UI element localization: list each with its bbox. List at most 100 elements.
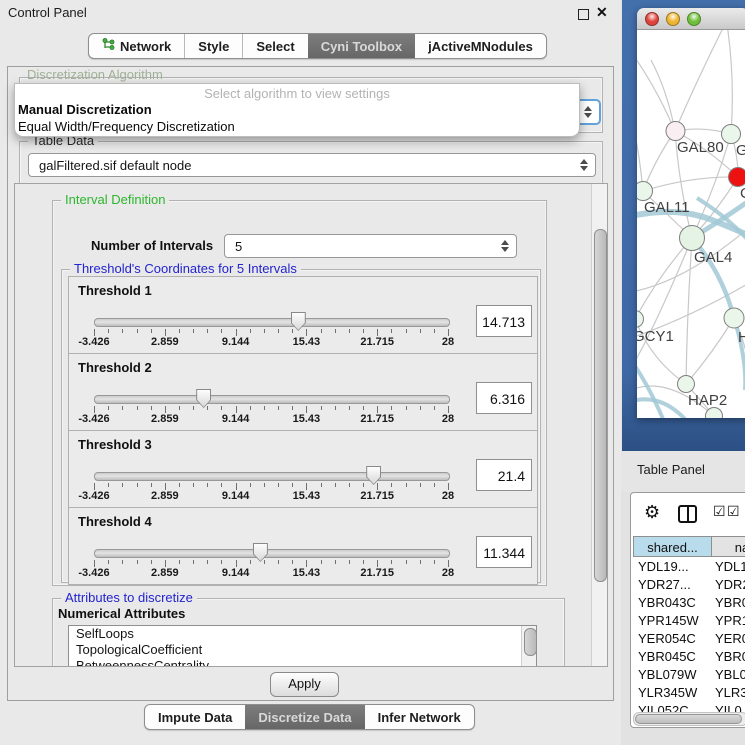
slider-tick-label: 21.715: [360, 490, 394, 502]
network-window-titlebar[interactable]: [637, 8, 745, 30]
network-node-gal4[interactable]: [680, 226, 705, 251]
slider-tick: [193, 329, 194, 333]
tab-label: Network: [120, 39, 171, 54]
slider-tick: [236, 406, 237, 413]
network-canvas[interactable]: GAL80GACGAL11GAL4GCY1HHAP2: [637, 30, 745, 418]
table-row[interactable]: YBL079WYBL0: [631, 667, 745, 685]
apply-button[interactable]: Apply: [270, 672, 339, 697]
slider-tick: [406, 329, 407, 333]
table-row[interactable]: YDR27...YDR2: [631, 577, 745, 595]
table-data-combobox[interactable]: galFiltered.sif default node: [28, 153, 596, 177]
slider-tick: [236, 560, 237, 567]
slider-tick: [264, 560, 265, 564]
network-node-gal11[interactable]: [637, 182, 653, 201]
slider-thumb[interactable]: [253, 543, 268, 562]
close-icon[interactable]: ✕: [596, 4, 608, 21]
numerical-attributes-list[interactable]: SelfLoopsTopologicalCoefficientBetweenne…: [68, 625, 537, 667]
network-node-h[interactable]: [724, 308, 744, 328]
tab-select[interactable]: Select: [242, 34, 307, 58]
attributes-group-title: Attributes to discretize: [61, 591, 197, 605]
slider-thumb[interactable]: [196, 389, 211, 408]
slider-track[interactable]: [94, 395, 450, 404]
horizontal-scrollbar-thumb[interactable]: [635, 714, 742, 724]
minimize-traffic-light-icon[interactable]: [666, 12, 680, 26]
slider-tick: [221, 406, 222, 410]
table-row[interactable]: YLR345WYLR3: [631, 685, 745, 703]
table-cell: YBR0: [709, 649, 745, 667]
slider-thumb-face: [197, 390, 210, 407]
interval-definition-group: Interval Definition Number of Intervals …: [52, 200, 547, 586]
slider-tick: [165, 329, 166, 336]
slider-tick-label: 9.144: [222, 567, 250, 579]
slider-tick: [363, 406, 364, 410]
threshold-value-field[interactable]: 21.4: [476, 459, 532, 491]
slider-tick: [137, 406, 138, 410]
slider-track[interactable]: [94, 318, 450, 327]
panel-scrollbar[interactable]: [591, 184, 607, 666]
slider-tick-label: 28: [442, 567, 454, 579]
threshold-value-field[interactable]: 14.713: [476, 305, 532, 337]
number-of-intervals-combobox[interactable]: 5: [224, 234, 517, 258]
tab-discretize-data[interactable]: Discretize Data: [245, 705, 364, 729]
slider-tick: [448, 329, 449, 336]
attribute-list-item[interactable]: BetweennessCentrality: [69, 658, 536, 667]
tab-style[interactable]: Style: [184, 34, 242, 58]
network-edge: [643, 177, 738, 191]
slider-thumb[interactable]: [366, 466, 381, 485]
slider-tick: [137, 329, 138, 333]
tab-cyni-toolbox[interactable]: Cyni Toolbox: [308, 34, 415, 58]
table-cell: YIL052C: [631, 703, 709, 712]
threshold-value-field[interactable]: 11.344: [476, 536, 532, 568]
slider-tick: [179, 406, 180, 410]
table-row[interactable]: YIL052CYIL0: [631, 703, 745, 712]
network-edge: [686, 318, 734, 384]
slider-tick: [363, 560, 364, 564]
tab-infer-network[interactable]: Infer Network: [365, 705, 474, 729]
tab-label: Infer Network: [378, 710, 461, 725]
list-scrollbar[interactable]: [521, 626, 536, 667]
slider-tick-label: 2.859: [151, 336, 179, 348]
dropdown-option-equal-width-frequency[interactable]: Equal Width/Frequency Discretization: [15, 118, 579, 135]
threshold-value-field[interactable]: 6.316: [476, 382, 532, 414]
tab-impute-data[interactable]: Impute Data: [145, 705, 245, 729]
table-row[interactable]: YER054CYER0: [631, 631, 745, 649]
slider-tick-label: 28: [442, 413, 454, 425]
slider-tick: [434, 329, 435, 333]
attribute-list-item[interactable]: SelfLoops: [69, 626, 536, 642]
panel-scrollbar-thumb[interactable]: [594, 229, 607, 582]
network-node-hap2[interactable]: [678, 376, 695, 393]
attribute-list-item[interactable]: TopologicalCoefficient: [69, 642, 536, 658]
tab-label: Impute Data: [158, 710, 232, 725]
slider-tick: [377, 329, 378, 336]
slider-tick: [278, 329, 279, 333]
slider-tick-label: 15.43: [293, 413, 321, 425]
control-panel-window: Control Panel ✕ NetworkStyleSelectCyni T…: [0, 0, 621, 745]
table-row[interactable]: YBR045CYBR0: [631, 649, 745, 667]
slider-track[interactable]: [94, 549, 450, 558]
slider-thumb-face: [292, 313, 305, 330]
slider-tick: [94, 406, 95, 413]
slider-tick: [122, 406, 123, 410]
combo-spinner-icon: [501, 240, 509, 252]
horizontal-scrollbar[interactable]: [633, 712, 745, 726]
network-node-gal80[interactable]: [666, 122, 685, 141]
list-scrollbar-thumb[interactable]: [524, 628, 537, 656]
zoom-traffic-light-icon[interactable]: [687, 12, 701, 26]
table-row[interactable]: YBR043CYBR0: [631, 595, 745, 613]
tab-jactivemnodules[interactable]: jActiveMNodules: [415, 34, 546, 58]
dropdown-option-manual-discretization[interactable]: Manual Discretization: [15, 101, 579, 118]
table-row[interactable]: YPR145WYPR1: [631, 613, 745, 631]
network-node-gcy1[interactable]: [637, 311, 644, 328]
network-node-c[interactable]: [729, 168, 745, 187]
tab-label: jActiveMNodules: [428, 39, 533, 54]
network-node-ga[interactable]: [722, 125, 741, 144]
slider-tick-label: -3.426: [78, 336, 109, 348]
table-cell: YLR345W: [631, 685, 709, 703]
slider-tick: [250, 483, 251, 487]
float-window-icon[interactable]: [578, 9, 589, 20]
close-traffic-light-icon[interactable]: [645, 12, 659, 26]
tab-network[interactable]: Network: [89, 34, 184, 58]
tab-label: Select: [256, 39, 294, 54]
slider-track[interactable]: [94, 472, 450, 481]
table-row[interactable]: YDL19...YDL1: [631, 559, 745, 577]
